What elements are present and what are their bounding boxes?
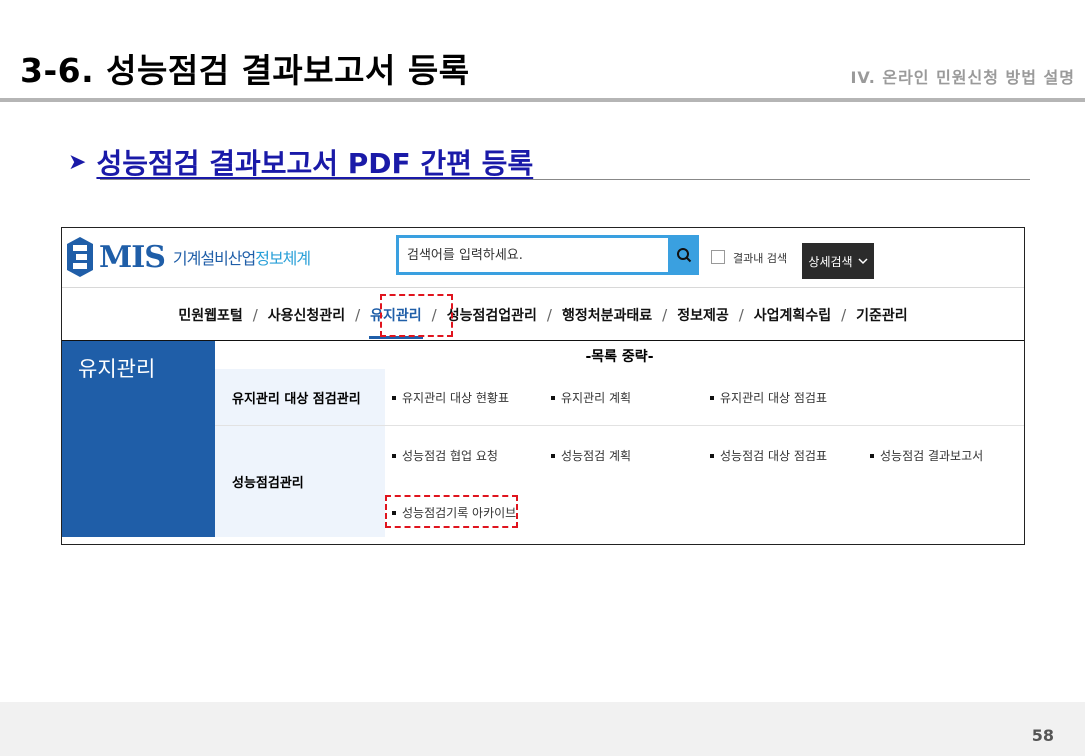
bullet-icon [710, 395, 714, 400]
menu-link[interactable]: 성능점검 대상 점검표 [710, 447, 827, 464]
search-box [396, 235, 671, 275]
category-maintenance-inspection[interactable]: 유지관리 대상 점검관리 [215, 369, 385, 425]
bullet-icon [551, 395, 555, 400]
page-number: 58 [1031, 726, 1054, 745]
nav-item-civil-portal[interactable]: 민원웹포털 [175, 305, 245, 325]
subheading-divider [100, 179, 1030, 180]
nav-item-standards[interactable]: 기준관리 [853, 305, 911, 325]
menu-link[interactable]: 성능점검 협업 요청 [392, 447, 498, 464]
bullet-icon [392, 395, 396, 400]
search-input[interactable] [399, 247, 639, 263]
search-in-results-label: 결과내 검색 [733, 252, 788, 265]
mis-logo-text: MIS [99, 239, 166, 275]
highlight-box-maintenance-nav [380, 294, 453, 337]
sidebar-panel: 유지관리 [62, 341, 215, 537]
nav-separator: / [355, 305, 361, 324]
nav-item-inspection-business[interactable]: 성능점검업관리 [444, 305, 540, 325]
nav-item-business-plan[interactable]: 사업계획수립 [751, 305, 834, 325]
search-in-results-checkbox[interactable] [711, 250, 725, 264]
menu-link[interactable]: 유지관리 계획 [551, 389, 631, 406]
footer-band [0, 702, 1085, 756]
nav-item-usage-application[interactable]: 사용신청관리 [265, 305, 348, 325]
subheading-text: 성능점검 결과보고서 PDF 간편 등록 [96, 147, 534, 180]
menu-link[interactable]: 성능점검 계획 [551, 447, 631, 464]
nav-separator: / [841, 305, 847, 324]
nav-separator: / [738, 305, 744, 324]
subheading: ➤ 성능점검 결과보고서 PDF 간편 등록 [68, 142, 533, 182]
bullet-icon [392, 453, 396, 458]
nav-separator: / [546, 305, 552, 324]
menu-link[interactable]: 유지관리 대상 점검표 [710, 389, 827, 406]
slide-section-label: IV. 온라인 민원신청 방법 설명 [850, 68, 1075, 87]
main-nav: 민원웹포털 / 사용신청관리 / 유지관리 / 성능점검업관리 / 행정처분과태… [62, 289, 1024, 341]
chevron-down-icon [858, 257, 868, 264]
mis-logo[interactable]: MIS 기계설비산업정보체계 [65, 235, 311, 279]
mis-logo-mark-icon [65, 235, 95, 279]
advanced-search-button[interactable]: 상세검색 [802, 243, 874, 279]
nav-separator: / [662, 305, 668, 324]
category-performance-inspection[interactable]: 성능점검관리 [215, 426, 385, 537]
menu-link[interactable]: 성능점검 결과보고서 [870, 447, 983, 464]
header-bar: MIS 기계설비산업정보체계 결과내 검색 상세검색 [62, 228, 1024, 288]
mis-logo-subtitle: 기계설비산업정보체계 [172, 249, 311, 268]
advanced-search-label: 상세검색 [808, 254, 853, 269]
mis-portal-screenshot: MIS 기계설비산업정보체계 결과내 검색 상세검색 민원웹포털 / 사용신청관… [61, 227, 1025, 545]
arrow-bullet-icon: ➤ [68, 149, 87, 175]
search-icon [677, 248, 692, 263]
slide-title: 3-6. 성능점검 결과보고서 등록 [20, 51, 470, 90]
search-button[interactable] [669, 235, 699, 275]
bullet-icon [710, 453, 714, 458]
sidebar-title: 유지관리 [78, 357, 156, 381]
title-divider [0, 98, 1085, 102]
highlight-box-archive-link [385, 495, 518, 528]
menu-omitted-label: -목록 중략- [585, 349, 654, 365]
menu-link[interactable]: 유지관리 대상 현황표 [392, 389, 509, 406]
bullet-icon [870, 453, 874, 458]
nav-separator: / [252, 305, 258, 324]
nav-item-information[interactable]: 정보제공 [674, 305, 732, 325]
nav-item-administrative-penalty[interactable]: 행정처분과태료 [559, 305, 655, 325]
bullet-icon [551, 453, 555, 458]
